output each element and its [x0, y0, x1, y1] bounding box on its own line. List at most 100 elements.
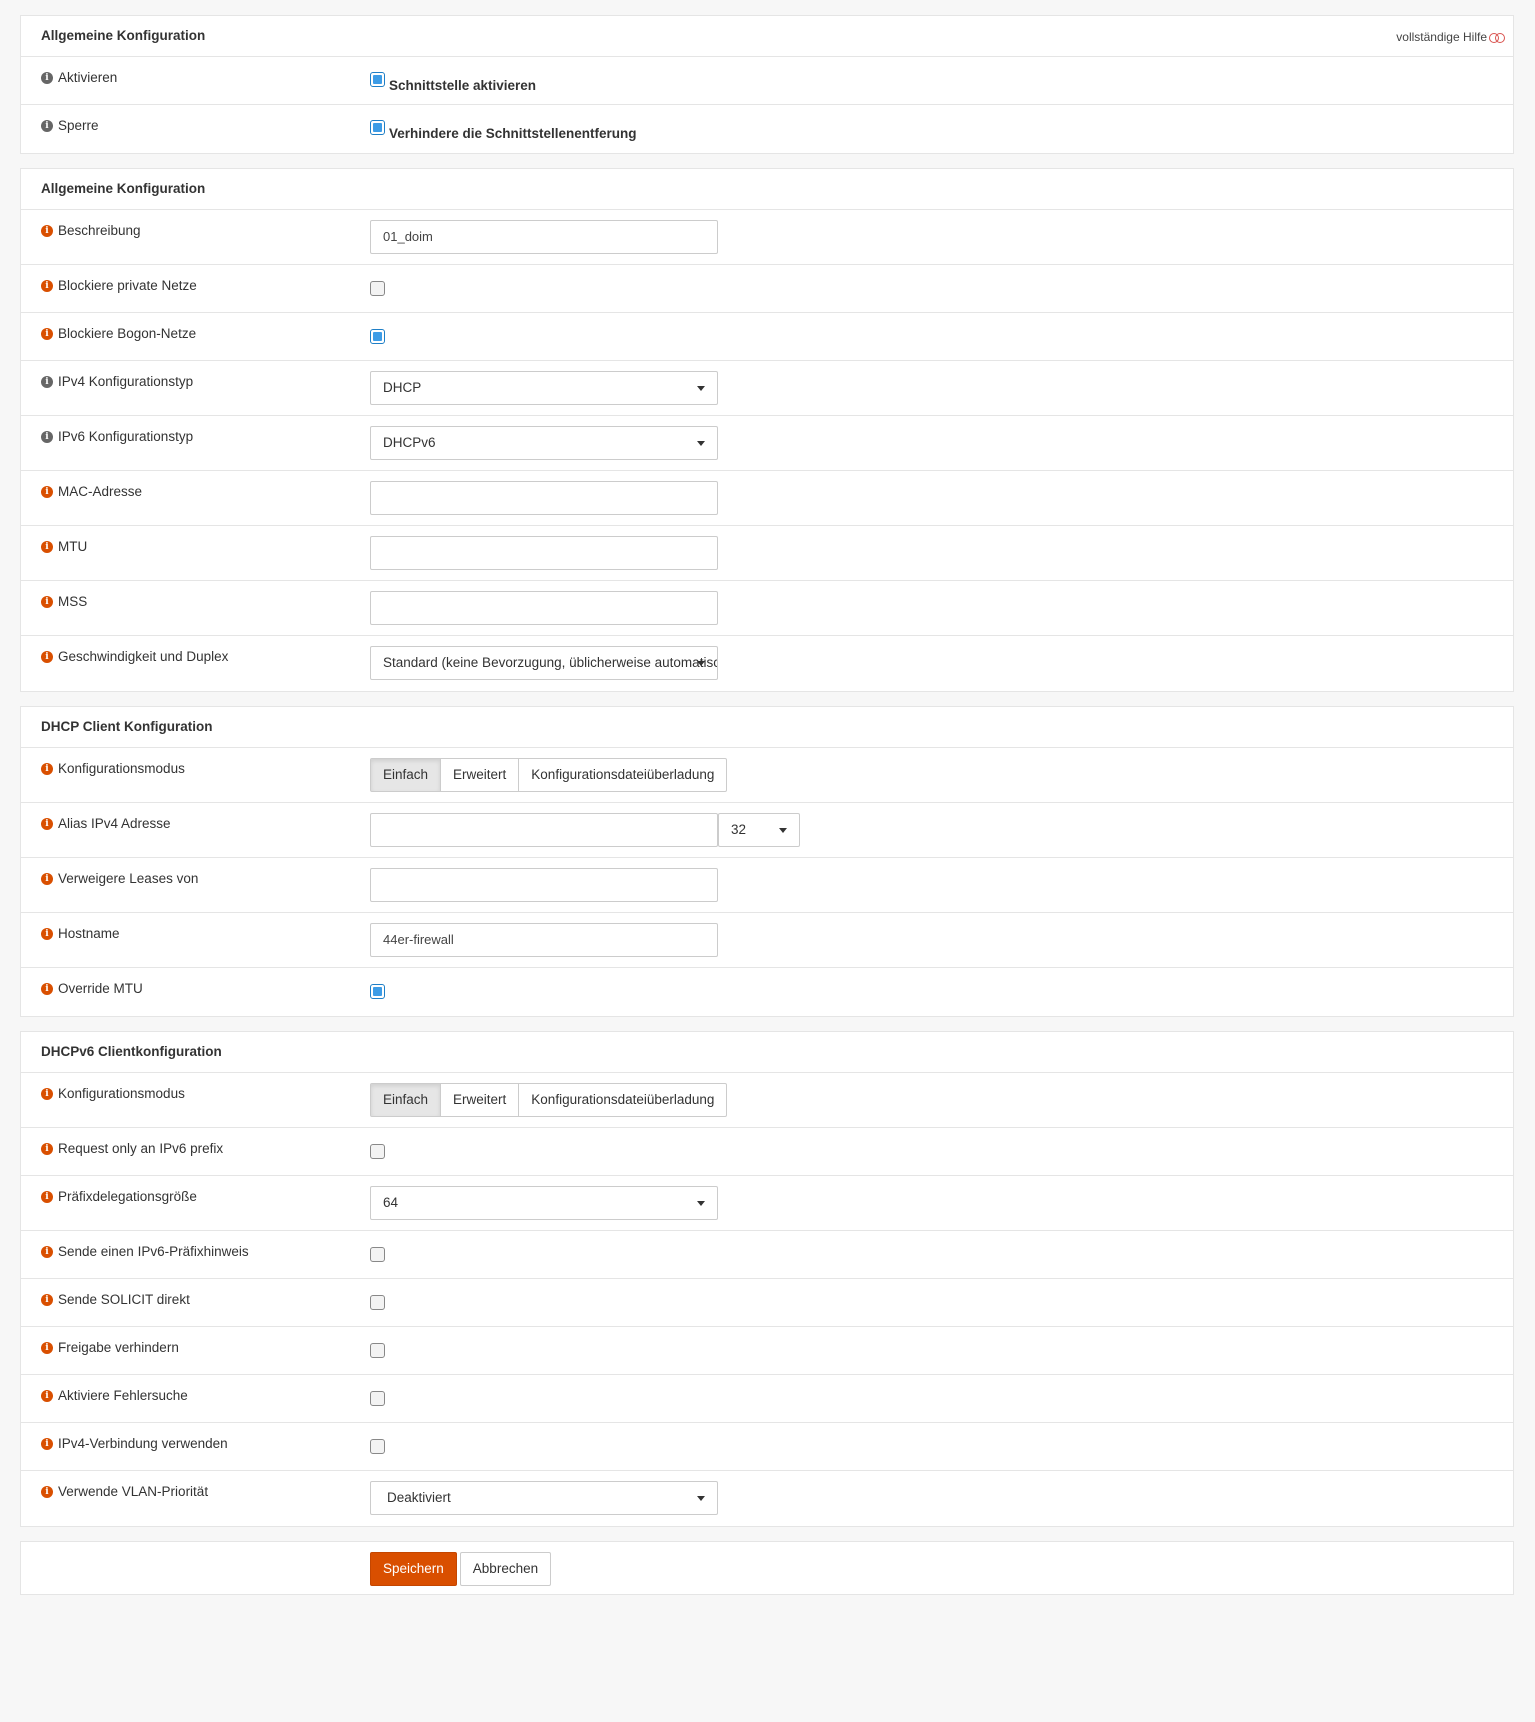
- debug-checkbox[interactable]: [370, 1391, 385, 1406]
- send-hint-checkbox[interactable]: [370, 1247, 385, 1262]
- caret-down-icon: [697, 1496, 705, 1501]
- override-mtu-checkbox[interactable]: [370, 984, 385, 999]
- mode-simple-button[interactable]: Einfach: [370, 1083, 442, 1117]
- row-dhcpv6-mode: i Konfigurationsmodus Einfach Erweitert K…: [21, 1073, 1513, 1128]
- save-button[interactable]: Speichern: [370, 1552, 457, 1586]
- select-value: Deaktiviert: [387, 1490, 451, 1505]
- info-icon[interactable]: i: [41, 224, 53, 237]
- field-label: i Aktiviere Fehlersuche: [41, 1388, 188, 1403]
- panel-dhcpv6-client: DHCPv6 Clientkonfiguration i Konfiguratio…: [20, 1031, 1514, 1527]
- info-icon[interactable]: i: [41, 1087, 53, 1100]
- use-ipv4-checkbox[interactable]: [370, 1439, 385, 1454]
- panel-actions: Speichern Abbrechen: [20, 1541, 1514, 1595]
- info-icon[interactable]: i: [41, 817, 53, 830]
- info-icon[interactable]: i: [41, 1293, 53, 1306]
- full-help-toggle[interactable]: vollständige Hilfe: [1396, 30, 1505, 44]
- label-text: Aktivieren: [58, 70, 118, 85]
- block-private-checkbox[interactable]: [370, 281, 385, 296]
- info-icon[interactable]: i: [41, 595, 53, 608]
- panel-title: DHCP Client Konfiguration: [41, 719, 213, 734]
- ipv6-type-select[interactable]: DHCPv6: [370, 426, 718, 460]
- row-debug: i Aktiviere Fehlersuche: [21, 1375, 1513, 1423]
- info-icon[interactable]: i: [41, 375, 53, 388]
- field-label: i Blockiere private Netze: [41, 278, 197, 293]
- panel-title: Allgemeine Konfiguration: [41, 28, 206, 43]
- cancel-button[interactable]: Abbrechen: [459, 1552, 552, 1586]
- info-icon[interactable]: i: [41, 1142, 53, 1155]
- row-mtu: i MTU: [21, 526, 1513, 581]
- select-value: Standard (keine Bevorzugung, üblicherwei…: [383, 655, 718, 670]
- info-icon[interactable]: i: [41, 982, 53, 995]
- caret-down-icon: [697, 1201, 705, 1206]
- vlan-prio-select[interactable]: Deaktiviert: [370, 1481, 718, 1515]
- label-text: Konfigurationsmodus: [58, 1086, 185, 1101]
- field-label: i Hostname: [41, 926, 120, 941]
- select-value: 64: [383, 1195, 399, 1210]
- field-label: i Blockiere Bogon-Netze: [41, 326, 196, 341]
- reject-leases-input[interactable]: [370, 868, 718, 902]
- panel-general-2: Allgemeine Konfiguration i Beschreibung 0…: [20, 168, 1514, 692]
- info-icon[interactable]: i: [41, 279, 53, 292]
- info-icon[interactable]: i: [41, 71, 53, 84]
- info-icon[interactable]: i: [41, 1485, 53, 1498]
- info-icon[interactable]: i: [41, 119, 53, 132]
- row-send-hint: i Sende einen IPv6-Präfixhinweis: [21, 1231, 1513, 1279]
- info-icon[interactable]: i: [41, 762, 53, 775]
- label-text: Blockiere Bogon-Netze: [58, 326, 197, 341]
- enable-checkbox[interactable]: [370, 72, 385, 87]
- alias-prefix-select[interactable]: 32: [718, 813, 800, 847]
- mode-config-override-button[interactable]: Konfigurationsdateiüberladung: [518, 758, 728, 792]
- info-icon[interactable]: i: [41, 327, 53, 340]
- prevent-release-checkbox[interactable]: [370, 1343, 385, 1358]
- row-reject-leases: i Verweigere Leases von: [21, 858, 1513, 913]
- field-label: i Sperre: [41, 118, 99, 133]
- panel-general-1: Allgemeine Konfiguration vollständige Hi…: [20, 15, 1514, 154]
- mode-simple-button[interactable]: Einfach: [370, 758, 442, 792]
- info-icon[interactable]: i: [41, 485, 53, 498]
- info-icon[interactable]: i: [41, 927, 53, 940]
- mss-input[interactable]: [370, 591, 718, 625]
- info-icon[interactable]: i: [41, 1341, 53, 1354]
- select-value: DHCP: [383, 380, 422, 395]
- alias-ip-input[interactable]: [370, 813, 718, 847]
- panel-title: Allgemeine Konfiguration: [41, 181, 206, 196]
- caret-down-icon: [779, 828, 787, 833]
- dhcp-mode-group: Einfach Erweitert Konfigurationsdateiübe…: [370, 758, 728, 792]
- hostname-input[interactable]: 44er-firewall: [370, 923, 718, 957]
- info-icon[interactable]: i: [41, 540, 53, 553]
- field-label: i MAC-Adresse: [41, 484, 142, 499]
- label-text: Request only an IPv6 prefix: [58, 1141, 224, 1156]
- info-icon[interactable]: i: [41, 1245, 53, 1258]
- panel-header: DHCPv6 Clientkonfiguration: [21, 1032, 1513, 1073]
- info-icon[interactable]: i: [41, 430, 53, 443]
- ipv4-type-select[interactable]: DHCP: [370, 371, 718, 405]
- block-bogon-checkbox[interactable]: [370, 329, 385, 344]
- mac-input[interactable]: [370, 481, 718, 515]
- label-text: Alias IPv4 Adresse: [58, 816, 171, 831]
- panel-title: DHCPv6 Clientkonfiguration: [41, 1044, 222, 1059]
- mtu-input[interactable]: [370, 536, 718, 570]
- send-solicit-checkbox[interactable]: [370, 1295, 385, 1310]
- lock-checkbox[interactable]: [370, 120, 385, 135]
- mode-advanced-button[interactable]: Erweitert: [440, 758, 520, 792]
- row-request-prefix: i Request only an IPv6 prefix: [21, 1128, 1513, 1176]
- row-ipv4-type: i IPv4 Konfigurationstyp DHCP: [21, 361, 1513, 416]
- info-icon[interactable]: i: [41, 1190, 53, 1203]
- info-icon[interactable]: i: [41, 1389, 53, 1402]
- description-input[interactable]: 01_doim: [370, 220, 718, 254]
- speed-select[interactable]: Standard (keine Bevorzugung, üblicherwei…: [370, 646, 718, 680]
- request-prefix-checkbox[interactable]: [370, 1144, 385, 1159]
- mode-config-override-button[interactable]: Konfigurationsdateiüberladung: [518, 1083, 728, 1117]
- info-icon[interactable]: i: [41, 1437, 53, 1450]
- action-buttons: Speichern Abbrechen: [370, 1552, 552, 1586]
- prefix-size-select[interactable]: 64: [370, 1186, 718, 1220]
- info-icon[interactable]: i: [41, 650, 53, 663]
- label-text: IPv4-Verbindung verwenden: [58, 1436, 228, 1451]
- row-speed: i Geschwindigkeit und Duplex Standard (ke…: [21, 636, 1513, 691]
- info-icon[interactable]: i: [41, 872, 53, 885]
- label-text: Sperre: [58, 118, 99, 133]
- field-label: i Request only an IPv6 prefix: [41, 1141, 223, 1156]
- mode-advanced-button[interactable]: Erweitert: [440, 1083, 520, 1117]
- select-value: DHCPv6: [383, 435, 436, 450]
- field-label: i IPv6 Konfigurationstyp: [41, 429, 193, 444]
